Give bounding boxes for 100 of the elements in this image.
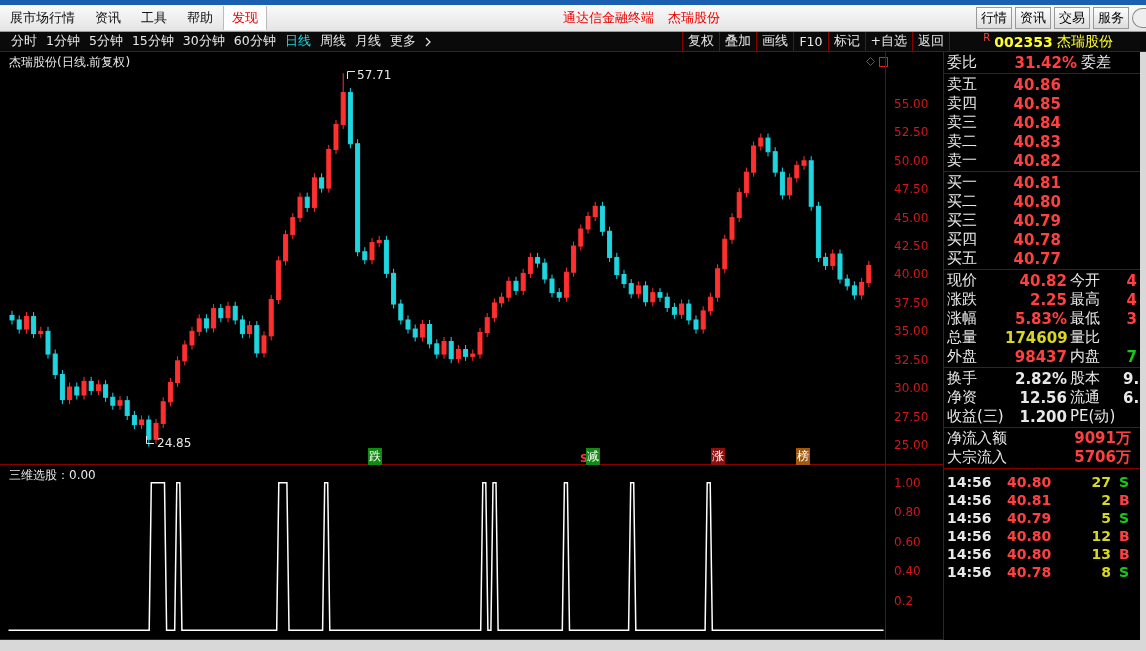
- candlestick: [153, 418, 159, 445]
- candlestick: [261, 330, 267, 358]
- quote-label: 外盘: [947, 347, 978, 366]
- flow-value: 9091万: [1073, 429, 1132, 448]
- period-tab[interactable]: 5分钟: [88, 33, 123, 50]
- candlestick: [585, 211, 591, 235]
- trade-side: B: [1118, 528, 1131, 544]
- flow-label: 大宗流入: [947, 448, 1008, 467]
- trade-price: 40.80: [1007, 474, 1053, 490]
- menu-item[interactable]: 发现: [223, 6, 267, 30]
- toolbar-button[interactable]: 复权: [682, 32, 720, 51]
- candlestick: [477, 327, 483, 360]
- period-tab[interactable]: 更多: [389, 33, 416, 50]
- trade-price: 40.78: [1007, 564, 1053, 580]
- trade-time: 14:56: [947, 510, 993, 526]
- toolbar-button[interactable]: F10: [793, 32, 828, 51]
- candlestick: [189, 326, 195, 351]
- leader-line: [146, 436, 155, 444]
- axis-label: 32.50: [894, 353, 929, 366]
- candlestick: [729, 212, 735, 245]
- trade-side: B: [1118, 546, 1131, 562]
- quote-label: 总量: [947, 328, 978, 347]
- low-price-label: 24.85: [157, 436, 192, 450]
- quote-label: 量比: [1069, 328, 1101, 347]
- candlestick: [81, 376, 87, 401]
- axis-label: 30.00: [894, 382, 929, 395]
- signal-marker: 跌: [368, 448, 382, 465]
- candlestick: [441, 336, 447, 360]
- quote-label: 今开: [1069, 271, 1101, 290]
- order-price: 40.78: [1012, 230, 1061, 249]
- quote-label: 涨跌: [947, 290, 978, 309]
- trade-volume: 12: [1090, 528, 1111, 544]
- quote-label: 收益(三): [947, 407, 1005, 426]
- quote-label: 股本: [1069, 369, 1101, 388]
- period-tab[interactable]: 月线: [354, 33, 381, 50]
- toolbar-button[interactable]: 标记: [827, 32, 865, 51]
- candlestick: [333, 119, 339, 155]
- nav-button[interactable]: 资讯: [1015, 7, 1051, 29]
- ratio-diff-label: 委差: [1080, 53, 1112, 72]
- order-level-label: 卖五: [947, 75, 978, 94]
- menu-item[interactable]: 帮助: [177, 9, 223, 27]
- candlestick: [9, 310, 15, 326]
- order-price: 40.79: [1012, 211, 1061, 230]
- quote-label: 净资: [947, 388, 978, 407]
- order-level-label: 卖一: [947, 151, 978, 170]
- axis-label: 40.00: [894, 268, 929, 281]
- order-price: 40.86: [1012, 75, 1061, 94]
- quote-value: 2.25: [1029, 290, 1067, 309]
- candlestick: [225, 301, 231, 323]
- menu-item[interactable]: 展市场行情: [0, 9, 85, 27]
- order-price: 40.81: [1012, 173, 1061, 192]
- toolbar-button[interactable]: +自选: [864, 32, 912, 51]
- nav-button[interactable]: 行情: [976, 7, 1012, 29]
- minimize-icon[interactable]: [1132, 8, 1146, 28]
- order-price: 40.85: [1012, 94, 1061, 113]
- order-level-label: 买四: [947, 230, 978, 249]
- high-price-label: 57.71: [357, 68, 392, 82]
- candlestick: [549, 273, 555, 298]
- axis-label: 55.00: [894, 97, 929, 110]
- period-tab[interactable]: 分时: [11, 33, 37, 50]
- chevron-right-icon[interactable]: [424, 36, 431, 47]
- menu-item[interactable]: 工具: [131, 9, 177, 27]
- diamond-icon[interactable]: [866, 57, 875, 66]
- period-tab[interactable]: 周线: [319, 33, 346, 50]
- ratio-label: 委比: [947, 53, 978, 72]
- signal-marker: 榜: [796, 448, 810, 465]
- nav-button[interactable]: 交易: [1054, 7, 1090, 29]
- axis-label: 1.00: [894, 476, 921, 489]
- axis-label: 0.40: [894, 565, 921, 578]
- menu-item[interactable]: 资讯: [85, 9, 131, 27]
- toolbar-button[interactable]: 叠加: [719, 32, 757, 51]
- trade-price: 40.81: [1007, 492, 1053, 508]
- period-tab[interactable]: 1分钟: [46, 33, 80, 50]
- trade-time: 14:56: [947, 492, 993, 508]
- axis-label: 50.00: [894, 154, 929, 167]
- period-tab[interactable]: 日线: [284, 33, 311, 50]
- order-price: 40.84: [1012, 113, 1061, 132]
- toolbar-button[interactable]: 画线: [756, 32, 794, 51]
- quote-value: 6.: [1123, 388, 1140, 407]
- period-tab[interactable]: 15分钟: [131, 33, 174, 50]
- signal-marker: 减: [586, 448, 600, 465]
- period-tab[interactable]: 30分钟: [182, 33, 225, 50]
- quote-value: 2.82%: [1013, 369, 1067, 388]
- period-tab[interactable]: 60分钟: [233, 33, 276, 50]
- square-icon[interactable]: [879, 57, 888, 67]
- nav-button[interactable]: 服务: [1093, 7, 1129, 29]
- toolbar-button[interactable]: 返回: [912, 32, 949, 51]
- candlestick: [369, 237, 375, 265]
- quote-value: 40.82: [1018, 271, 1067, 290]
- trade-volume: 2: [1100, 492, 1111, 508]
- order-level-label: 买五: [947, 249, 978, 268]
- axis-label: 37.50: [894, 296, 929, 309]
- axis-label: 52.50: [894, 126, 929, 139]
- trade-time: 14:56: [947, 564, 993, 580]
- trade-side: B: [1118, 492, 1131, 508]
- order-price: 40.82: [1012, 151, 1061, 170]
- candlestick: [45, 326, 51, 360]
- trade-side: S: [1118, 474, 1131, 490]
- indicator-value: ：0.00: [57, 467, 96, 484]
- quote-label: 涨幅: [947, 309, 978, 328]
